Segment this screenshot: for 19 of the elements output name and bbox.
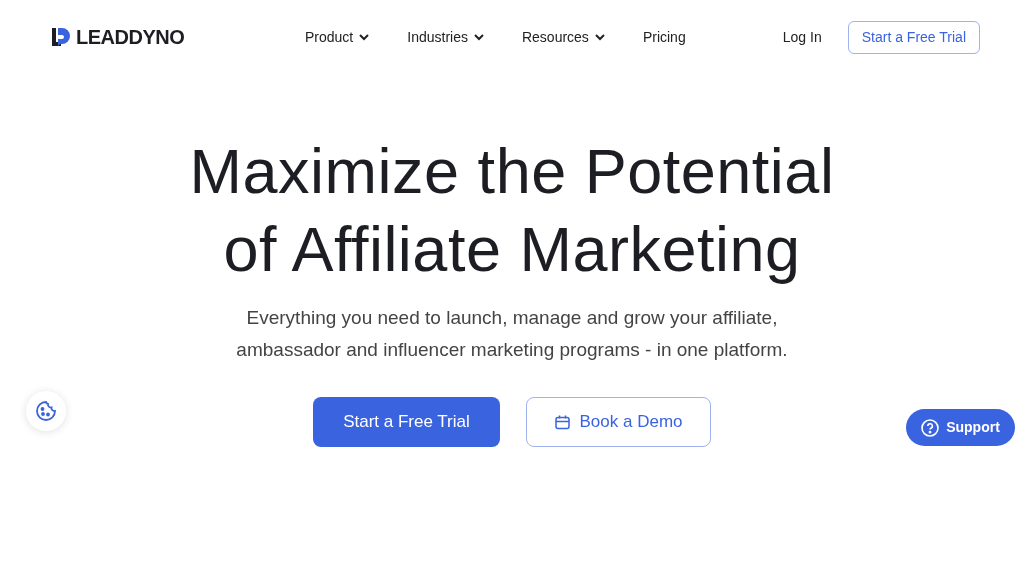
nav-link[interactable]: Pricing bbox=[642, 26, 686, 48]
logo-icon bbox=[52, 28, 70, 46]
logo-text: LEADDYNO bbox=[76, 25, 185, 50]
nav-link[interactable]: Product bbox=[305, 26, 370, 48]
login-link[interactable]: Log In bbox=[782, 26, 822, 48]
nav-link[interactable]: Resources bbox=[521, 26, 605, 48]
headline: of Affiliate Marketing bbox=[223, 213, 801, 286]
headline: Maximize the Potential bbox=[189, 135, 835, 208]
calendar-icon bbox=[554, 414, 570, 430]
subtitle: Everything you need to launch, manage and grow your affiliate, bbox=[246, 306, 778, 330]
free-trial-button[interactable]: Start a Free Trial bbox=[847, 20, 980, 54]
cookie-icon bbox=[35, 400, 57, 422]
support-button[interactable]: Support bbox=[906, 409, 1015, 446]
book-demo-button[interactable]: Book a Demo bbox=[526, 397, 711, 447]
help-icon bbox=[921, 418, 940, 437]
cookie-settings-button[interactable] bbox=[26, 391, 66, 431]
nav-link[interactable]: Industries bbox=[407, 26, 484, 48]
subtitle: ambassador and influencer marketing programs - in one platform. bbox=[236, 338, 788, 362]
free-trial-button[interactable]: Start a Free Trial bbox=[313, 397, 500, 447]
